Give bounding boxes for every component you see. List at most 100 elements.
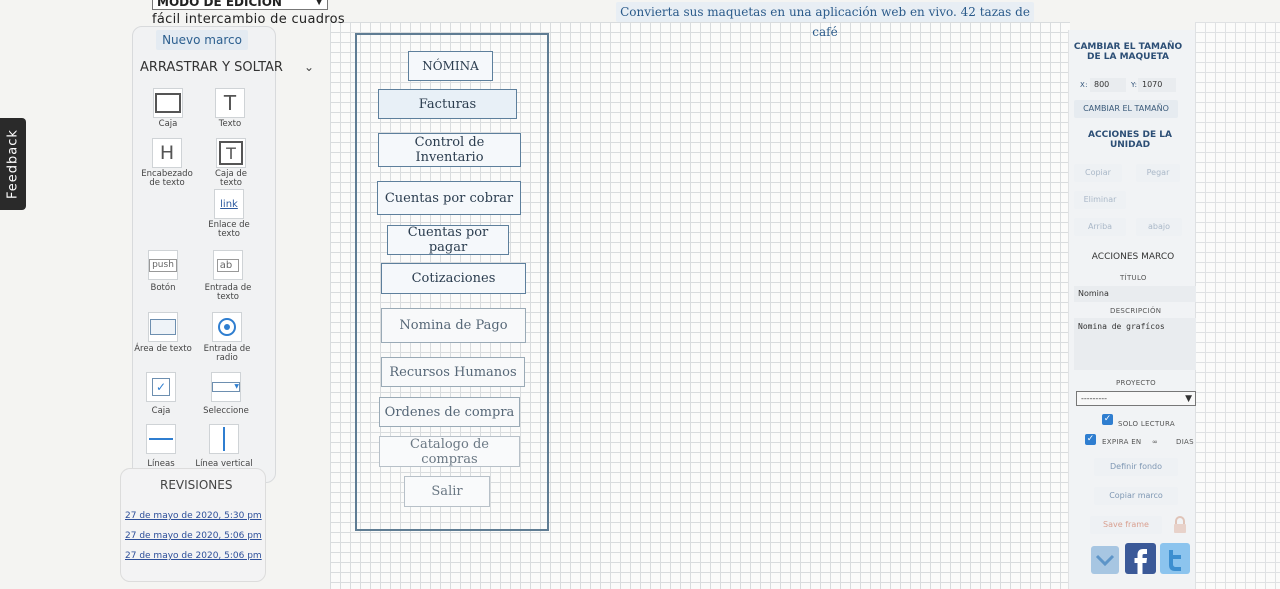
chevron-down-icon[interactable]: ⌄ xyxy=(304,60,314,74)
mode-subtitle: fácil intercambio de cuadros xyxy=(152,12,345,27)
copy-button[interactable]: Copiar xyxy=(1074,164,1122,182)
description-label: DESCRIPCIÓN xyxy=(1110,307,1162,315)
heading-icon: H xyxy=(152,138,182,168)
height-input[interactable]: 1070 xyxy=(1138,78,1176,92)
tool-select[interactable]: ▼ Seleccione xyxy=(198,372,254,416)
twitter-icon[interactable] xyxy=(1160,543,1190,574)
tool-button[interactable]: push Botón xyxy=(141,250,185,293)
checkbox-icon: ✓ xyxy=(146,372,176,402)
mode-select[interactable]: MODO DE EDICIÓN ▼ xyxy=(152,0,328,10)
tool-heading[interactable]: H Encabezado de texto xyxy=(136,138,198,188)
frame-title-input[interactable]: Nomina xyxy=(1074,286,1196,302)
title-label: TÍTULO xyxy=(1120,274,1147,282)
cuentas-cobrar-button[interactable]: Cuentas por cobrar xyxy=(377,181,521,215)
tool-text-input-label: Entrada de texto xyxy=(204,283,252,302)
mode-select-label: MODO DE EDICIÓN xyxy=(157,0,282,9)
expires-label: EXPIRA EN xyxy=(1102,438,1142,446)
revision-link[interactable]: 27 de mayo de 2020, 5:06 pm xyxy=(125,551,262,561)
expires-checkbox[interactable]: ✓ xyxy=(1085,434,1096,445)
feedback-label: Feedback xyxy=(5,129,21,199)
tool-text-label: Texto xyxy=(218,119,242,129)
readonly-label: SOLO LECTURA xyxy=(1118,420,1175,428)
recursos-humanos-button[interactable]: Recursos Humanos xyxy=(381,357,525,387)
chevron-share-icon[interactable] xyxy=(1091,546,1119,574)
width-input[interactable]: 800 xyxy=(1090,78,1126,92)
drag-drop-title: ARRASTRAR Y SOLTAR xyxy=(140,60,283,75)
horizontal-line-icon xyxy=(146,424,176,454)
cotizaciones-button[interactable]: Cotizaciones xyxy=(381,263,526,294)
chevron-down-icon: ▼ xyxy=(315,0,323,7)
tool-text[interactable]: T Texto xyxy=(210,88,250,129)
facebook-icon[interactable] xyxy=(1125,543,1156,574)
cuentas-pagar-button[interactable]: Cuentas por pagar xyxy=(387,225,509,255)
readonly-checkbox[interactable]: ✓ xyxy=(1102,414,1113,425)
paste-button[interactable]: Pegar xyxy=(1136,164,1180,182)
copy-frame-button[interactable]: Copiar marco xyxy=(1094,487,1178,505)
new-frame-button[interactable]: Nuevo marco xyxy=(156,30,248,50)
tool-textbox-label: Caja de texto xyxy=(214,169,248,188)
promo-banner[interactable]: Convierta sus maquetas en una aplicación… xyxy=(616,2,1034,39)
link-glyph: link xyxy=(220,198,238,210)
tool-radio-label: Entrada de radio xyxy=(203,344,251,363)
tool-radio[interactable]: Entrada de radio xyxy=(200,312,254,363)
nomina-title-button[interactable]: NÓMINA xyxy=(408,51,493,81)
chevron-down-icon: ▼ xyxy=(1185,394,1192,404)
tool-textbox[interactable]: T Caja de texto xyxy=(204,138,258,188)
vertical-line-icon xyxy=(209,424,239,454)
tool-textarea[interactable]: Área de texto xyxy=(128,312,198,354)
delete-button[interactable]: Eliminar xyxy=(1074,191,1126,209)
revision-link[interactable]: 27 de mayo de 2020, 5:30 pm xyxy=(125,511,262,521)
ordenes-compra-button[interactable]: Ordenes de compra xyxy=(379,397,520,427)
feedback-tab[interactable]: Feedback xyxy=(0,118,26,210)
canvas-right-strip xyxy=(1195,22,1280,589)
tool-button-label: Botón xyxy=(150,283,176,293)
resize-title: CAMBIAR EL TAMAÑO DE LA MAQUETA xyxy=(1073,42,1183,62)
radio-icon xyxy=(212,312,242,342)
facturas-button[interactable]: Facturas xyxy=(378,89,517,119)
tool-checkbox-label: Caja xyxy=(151,406,171,416)
tool-box-label: Caja xyxy=(158,119,178,129)
textbox-icon: T xyxy=(216,138,246,168)
text-input-icon: ab xyxy=(213,250,243,280)
tool-link[interactable]: link Enlace de texto xyxy=(204,189,254,239)
unit-actions-title: ACCIONES DE LA UNIDAD xyxy=(1088,130,1172,150)
move-down-button[interactable]: abajo xyxy=(1136,218,1182,236)
push-button-icon: push xyxy=(148,250,178,280)
save-frame-button[interactable]: Save frame xyxy=(1090,516,1162,534)
push-glyph: push xyxy=(149,258,177,272)
tool-textarea-label: Área de texto xyxy=(134,344,192,354)
ab-glyph: ab xyxy=(216,258,240,272)
control-inventario-button[interactable]: Control de Inventario xyxy=(378,133,521,167)
project-select-value: --------- xyxy=(1081,394,1107,403)
tool-checkbox[interactable]: ✓ Caja xyxy=(141,372,181,416)
text-t-icon: T xyxy=(215,88,245,118)
resize-button[interactable]: CAMBIAR EL TAMAÑO xyxy=(1074,100,1178,118)
salir-button[interactable]: Salir xyxy=(404,476,490,507)
tool-lines[interactable]: Líneas xyxy=(141,424,181,469)
nomina-pago-button[interactable]: Nomina de Pago xyxy=(381,308,526,343)
project-select[interactable]: --------- ▼ xyxy=(1076,391,1196,406)
tool-select-label: Seleccione xyxy=(203,406,249,416)
tool-box[interactable]: Caja xyxy=(148,88,188,129)
tool-heading-label: Encabezado de texto xyxy=(141,169,193,188)
tool-link-label: Enlace de texto xyxy=(208,220,250,239)
box-icon xyxy=(153,88,183,118)
days-label: DIAS xyxy=(1176,438,1194,446)
revisions-title: REVISIONES xyxy=(160,478,233,492)
tool-vline[interactable]: Línea vertical xyxy=(192,424,256,469)
select-icon: ▼ xyxy=(211,372,241,402)
set-background-button[interactable]: Definir fondo xyxy=(1094,458,1178,476)
revision-link[interactable]: 27 de mayo de 2020, 5:06 pm xyxy=(125,531,262,541)
catalogo-compras-button[interactable]: Catalogo de compras xyxy=(379,436,520,467)
move-up-button[interactable]: Arriba xyxy=(1074,218,1126,236)
textarea-icon xyxy=(148,312,178,342)
tool-text-input[interactable]: ab Entrada de texto xyxy=(202,250,254,302)
frame-description-textarea[interactable]: Nomina de grafícos xyxy=(1074,318,1196,370)
project-label: PROYECTO xyxy=(1116,379,1156,387)
x-label: X: xyxy=(1080,81,1088,89)
expires-value[interactable]: ∞ xyxy=(1152,438,1158,446)
link-icon: link xyxy=(214,189,244,219)
frame-actions-title: ACCIONES MARCO xyxy=(1091,252,1175,262)
y-label: Y: xyxy=(1131,81,1138,89)
lock-icon[interactable] xyxy=(1172,516,1188,534)
